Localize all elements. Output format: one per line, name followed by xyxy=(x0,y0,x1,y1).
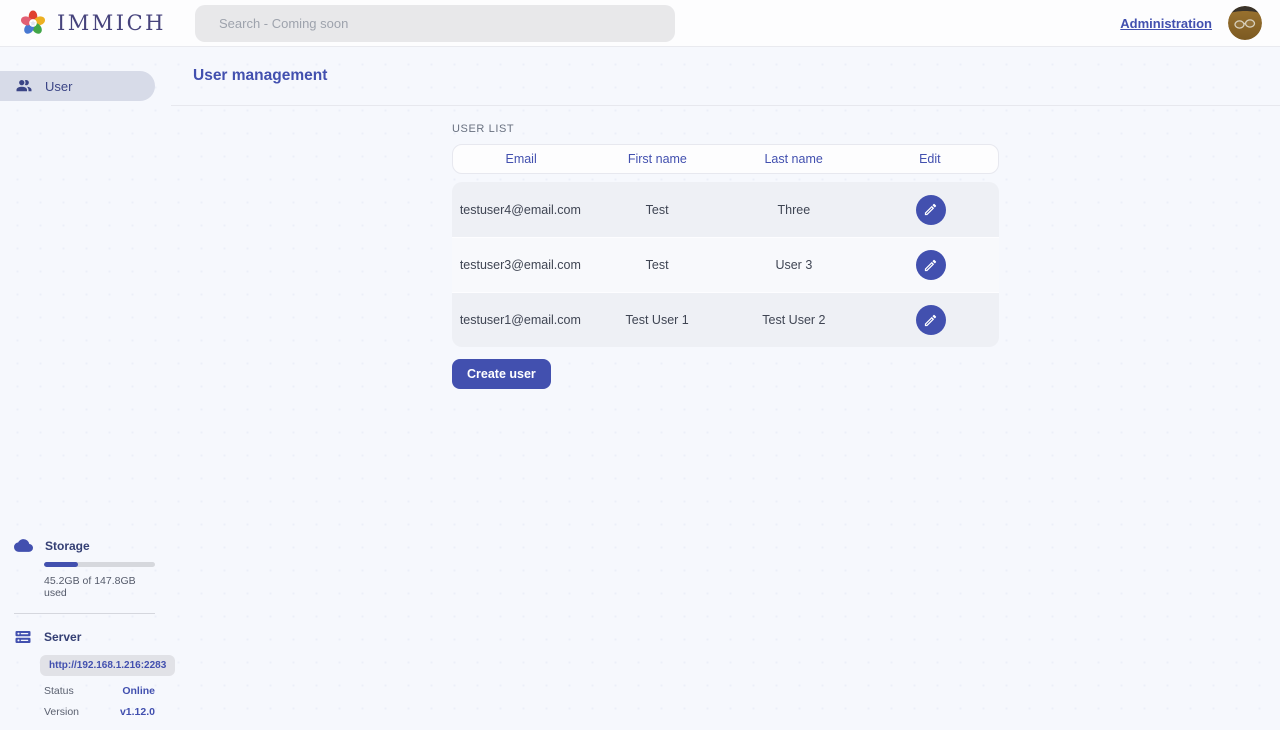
version-value: v1.12.0 xyxy=(120,706,155,718)
app-shell: User Storage 45.2GB of 147.8GB used xyxy=(0,47,1280,730)
cell-last-name: Test User 2 xyxy=(726,313,863,327)
top-bar: IMMICH Administration xyxy=(0,0,1280,47)
user-table-body: testuser4@email.com Test Three te xyxy=(452,182,999,347)
table-row: testuser4@email.com Test Three xyxy=(452,182,999,237)
create-user-button[interactable]: Create user xyxy=(452,359,551,389)
server-title: Server xyxy=(44,630,81,644)
search-input[interactable] xyxy=(195,5,675,42)
edit-user-button[interactable] xyxy=(916,195,946,225)
users-icon xyxy=(15,77,33,95)
edit-user-button[interactable] xyxy=(916,305,946,335)
sidebar: User Storage 45.2GB of 147.8GB used xyxy=(0,47,171,730)
cell-email: testuser1@email.com xyxy=(452,313,589,327)
cell-first-name: Test xyxy=(589,258,726,272)
server-status-row: Status Online xyxy=(44,685,155,697)
avatar[interactable] xyxy=(1228,6,1262,40)
administration-link[interactable]: Administration xyxy=(1120,16,1212,31)
edit-user-button[interactable] xyxy=(916,250,946,280)
pencil-icon xyxy=(923,313,938,328)
immich-logo[interactable]: IMMICH xyxy=(18,8,166,38)
status-value: Online xyxy=(122,685,155,697)
logo-text: IMMICH xyxy=(57,11,166,35)
sidebar-divider xyxy=(14,613,155,614)
immich-flower-icon xyxy=(18,8,48,38)
storage-progress-fill xyxy=(44,562,78,567)
storage-title: Storage xyxy=(45,539,90,553)
sidebar-footer: Storage 45.2GB of 147.8GB used xyxy=(0,536,171,730)
table-row: testuser1@email.com Test User 1 Test Use… xyxy=(452,292,999,347)
cell-email: testuser3@email.com xyxy=(452,258,589,272)
cell-last-name: User 3 xyxy=(726,258,863,272)
page-title: User management xyxy=(193,67,327,85)
sidebar-item-user[interactable]: User xyxy=(0,71,155,101)
version-label: Version xyxy=(44,706,79,718)
pencil-icon xyxy=(923,258,938,273)
cloud-icon xyxy=(14,536,33,555)
storage-progress-bar xyxy=(44,562,155,567)
table-row: testuser3@email.com Test User 3 xyxy=(452,237,999,292)
column-header-email: Email xyxy=(453,152,589,166)
main-panel: User management USER LIST Email First na… xyxy=(171,47,1280,730)
topbar-right: Administration xyxy=(1120,6,1262,40)
cell-first-name: Test xyxy=(589,203,726,217)
storage-section-header: Storage xyxy=(14,536,155,555)
user-table-header: Email First name Last name Edit xyxy=(452,144,999,174)
column-header-first-name: First name xyxy=(589,152,725,166)
page-header: User management xyxy=(171,47,1280,106)
status-label: Status xyxy=(44,685,74,697)
column-header-last-name: Last name xyxy=(726,152,862,166)
user-list-section: USER LIST Email First name Last name Edi… xyxy=(452,123,999,389)
sidebar-item-label: User xyxy=(45,79,72,94)
cell-email: testuser4@email.com xyxy=(452,203,589,217)
storage-usage-text: 45.2GB of 147.8GB used xyxy=(44,575,155,599)
pencil-icon xyxy=(923,202,938,217)
server-section-header: Server xyxy=(14,628,155,646)
server-url-chip: http://192.168.1.216:2283 xyxy=(40,655,175,676)
server-version-row: Version v1.12.0 xyxy=(44,706,155,718)
column-header-edit: Edit xyxy=(862,152,998,166)
server-icon xyxy=(14,628,32,646)
section-label: USER LIST xyxy=(452,123,999,135)
cell-first-name: Test User 1 xyxy=(589,313,726,327)
cell-last-name: Three xyxy=(726,203,863,217)
search-bar xyxy=(195,5,675,42)
content-area: USER LIST Email First name Last name Edi… xyxy=(171,106,1280,389)
